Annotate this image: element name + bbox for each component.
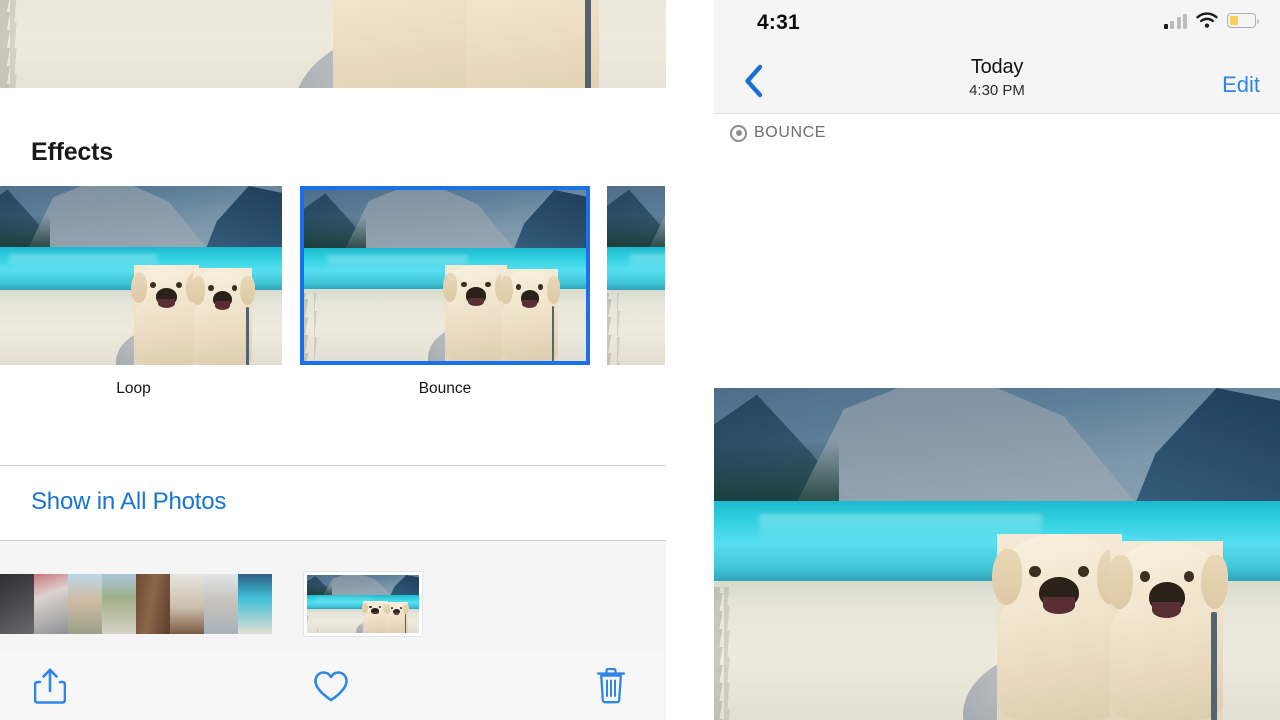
filmstrip-thumb-selected[interactable] [304, 572, 422, 636]
battery-icon [1227, 13, 1259, 28]
screenshot-root: Effects Loop Bounce Show in All Photos 4… [0, 0, 1280, 720]
effects-carousel[interactable]: Loop Bounce [0, 186, 666, 397]
effect-label-bounce: Bounce [418, 380, 472, 397]
delete-button[interactable] [583, 663, 639, 709]
filmstrip-thumb[interactable] [170, 574, 204, 634]
nav-title-group: Today 4:30 PM [714, 56, 1280, 99]
photo-filmstrip[interactable] [0, 541, 666, 651]
live-photo-effect-label: BOUNCE [754, 124, 827, 141]
effect-label-loop: Loop [116, 380, 151, 397]
main-photo-view[interactable] [714, 388, 1280, 720]
favorite-button[interactable] [303, 663, 359, 709]
effects-heading: Effects [31, 138, 113, 166]
share-icon [34, 668, 66, 704]
main-photo-artwork [714, 388, 1280, 720]
filmstrip-track[interactable] [0, 572, 422, 636]
status-bar-time: 4:31 [757, 11, 800, 34]
navigation-bar: Today 4:30 PM Edit [714, 46, 1280, 114]
filmstrip-thumb[interactable] [68, 574, 102, 634]
live-photo-icon [730, 124, 747, 142]
trash-icon [597, 668, 625, 704]
divider-above-show-all [0, 465, 666, 466]
edit-button[interactable]: Edit [1222, 72, 1260, 98]
effect-thumbnail-loop[interactable] [0, 186, 282, 365]
hero-photo-artwork [0, 0, 666, 88]
effect-thumbnail-bounce[interactable] [300, 186, 590, 365]
show-in-all-photos-button[interactable]: Show in All Photos [31, 488, 226, 516]
effect-option-loop[interactable]: Loop [0, 186, 282, 397]
bottom-toolbar [0, 651, 666, 720]
filmstrip-thumb[interactable] [34, 574, 68, 634]
filmstrip-thumb[interactable] [238, 574, 272, 634]
hero-photo-crop[interactable] [0, 0, 666, 88]
left-photo-detail-panel: Effects Loop Bounce Show in All Photos [0, 0, 666, 720]
effect-thumbnail-next[interactable] [607, 186, 665, 365]
effect-option-bounce[interactable]: Bounce [300, 186, 590, 397]
page-subtitle-time: 4:30 PM [969, 82, 1025, 99]
filmstrip-thumb[interactable] [0, 574, 34, 634]
filmstrip-thumb[interactable] [102, 574, 136, 634]
heart-icon [314, 670, 348, 701]
filmstrip-thumb[interactable] [204, 574, 238, 634]
cellular-signal-icon [1163, 13, 1187, 29]
page-title: Today [970, 56, 1024, 78]
effect-option-next[interactable] [607, 186, 665, 365]
filmstrip-thumb[interactable] [136, 574, 170, 634]
live-photo-effect-badge[interactable]: BOUNCE [730, 124, 826, 142]
status-bar-icons [1163, 12, 1259, 29]
filmstrip-selected-artwork [307, 575, 419, 633]
share-button[interactable] [22, 663, 78, 709]
wifi-icon [1196, 12, 1218, 28]
status-bar: 4:31 [714, 0, 1280, 46]
effect-bounce-artwork [304, 190, 586, 361]
effect-next-artwork [607, 186, 665, 365]
effect-loop-artwork [0, 186, 282, 365]
